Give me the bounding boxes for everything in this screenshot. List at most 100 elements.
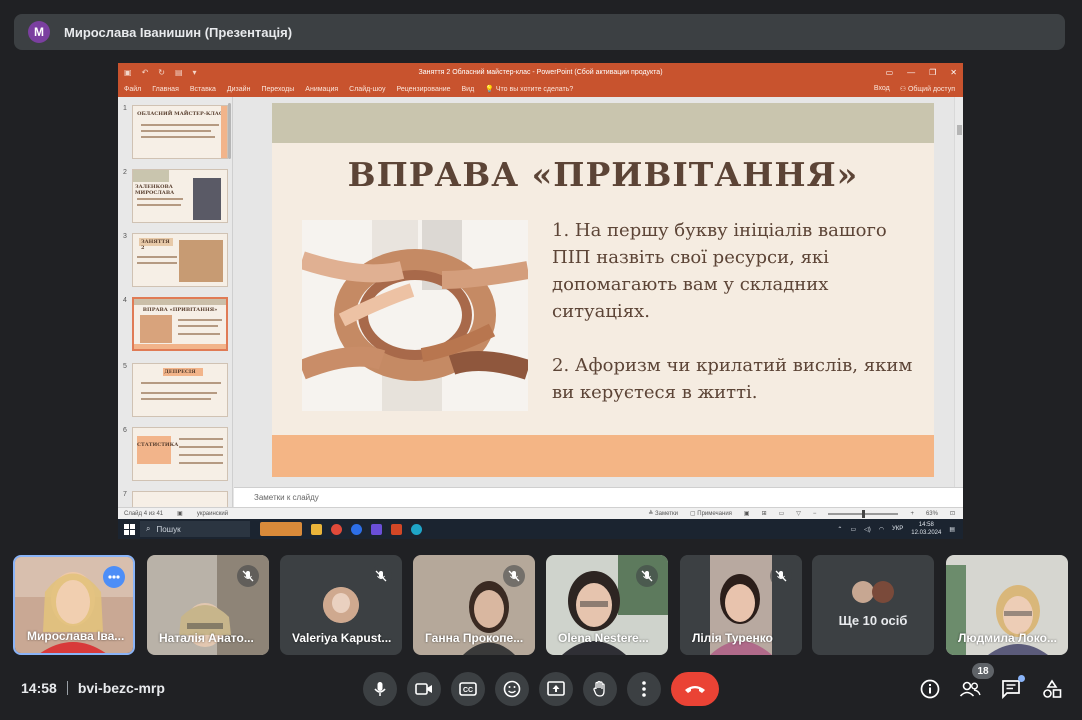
tab-view[interactable]: Вид (462, 86, 475, 93)
notification-icon[interactable]: ▤ (949, 526, 955, 533)
ribbon-tabs: Файл Главная Вставка Дизайн Переходы Ани… (118, 81, 963, 97)
thumb-text-line (179, 446, 223, 448)
slide-thumbnail-5[interactable]: ДЕПРЕСІЯ (132, 363, 228, 417)
participant-tile[interactable]: Мирослава Іва... (13, 555, 135, 655)
share-button[interactable]: ⚇ Общий доступ (900, 85, 955, 93)
zoom-slider[interactable] (828, 509, 899, 518)
people-icon (959, 681, 981, 697)
participant-tile[interactable]: Лілія Туренко (680, 555, 802, 655)
mic-off-icon (503, 565, 525, 587)
zoom-icon[interactable] (351, 523, 362, 535)
participant-tile[interactable]: Valeriya Kapust... (280, 555, 402, 655)
captions-icon: CC (459, 682, 477, 696)
taskbar-date: 12.03.2024 (911, 530, 942, 536)
notes-pane[interactable]: Заметки к слайду (234, 487, 963, 507)
tab-file[interactable]: Файл (124, 86, 141, 93)
tab-slideshow[interactable]: Слайд-шоу (349, 86, 385, 93)
thumb-text-line (178, 325, 218, 327)
thumb-text-line (137, 198, 183, 200)
more-participants-tile[interactable]: Ще 10 осіб (812, 555, 934, 655)
taskbar-clock[interactable]: 14:58 12.03.2024 (911, 521, 941, 537)
tab-insert[interactable]: Вставка (190, 86, 216, 93)
zoom-slider-thumb[interactable] (862, 509, 866, 518)
zoom-in-icon[interactable]: + (910, 511, 914, 517)
spellcheck-icon[interactable]: ▣ (177, 510, 183, 517)
tray-chevron-icon[interactable]: ⌃ (837, 526, 842, 533)
people-button[interactable] (957, 676, 983, 702)
sorter-view-icon[interactable]: ⊞ (762, 510, 767, 517)
thumb-title: ЗАНЯТТЯ 2 (141, 239, 170, 251)
participant-tile[interactable]: Ганна Прокопе... (413, 555, 535, 655)
keyboard-language[interactable]: УКР (892, 526, 903, 532)
normal-view-icon[interactable]: ▣ (744, 510, 750, 517)
slide-scrollbar[interactable] (954, 97, 963, 487)
more-options-button[interactable] (627, 672, 661, 706)
participants-count-badge: 18 (972, 663, 994, 679)
powerpoint-icon[interactable] (391, 523, 402, 535)
edge-icon[interactable] (411, 523, 422, 535)
windows-start-icon[interactable] (118, 523, 140, 535)
slide-point-1: 1. На першу букву ініціалів вашого ПІП н… (552, 220, 887, 322)
participant-name: Ганна Прокопе... (425, 631, 524, 645)
comments-label: Примечания (697, 511, 732, 517)
slide-thumbnail-2[interactable]: ЗАЛЕНКОВА МИРОСЛАВА (132, 169, 228, 223)
tell-me-search[interactable]: 💡 Что вы хотите сделать? (485, 85, 573, 93)
participant-avatar (872, 581, 894, 603)
thumb-text-line (178, 319, 222, 321)
participant-tile[interactable]: Наталія Анато... (147, 555, 269, 655)
volume-icon[interactable]: ◁) (864, 526, 871, 533)
restore-icon[interactable]: ❐ (929, 68, 936, 77)
thumb-text-line (141, 124, 219, 126)
slide-thumbnail-6[interactable]: СТАТИСТИКА (132, 427, 228, 481)
leave-call-button[interactable] (671, 672, 719, 706)
scrollbar-thumb[interactable] (957, 125, 962, 135)
reading-view-icon[interactable]: ▭ (779, 510, 785, 517)
tab-review[interactable]: Рецензирование (396, 86, 450, 93)
close-icon[interactable]: ✕ (950, 68, 957, 77)
slide-thumbnail-4-selected[interactable]: ВПРАВА «ПРИВІТАННЯ» (132, 297, 228, 351)
slide-bottom-band (272, 435, 934, 477)
wifi-icon[interactable]: ◠ (879, 526, 884, 533)
teams-icon[interactable] (371, 523, 382, 535)
ribbon-options-icon[interactable]: ▭ (886, 68, 894, 77)
language-indicator[interactable]: украинский (197, 511, 228, 517)
slideshow-view-icon[interactable]: ▽ (796, 510, 801, 517)
reactions-button[interactable] (495, 672, 529, 706)
network-icon[interactable]: ▭ (850, 526, 856, 533)
taskbar-search[interactable]: ⌕ Пошук (140, 521, 250, 537)
system-tray: ⌃ ▭ ◁) ◠ УКР 14:58 12.03.2024 ▤ (837, 521, 963, 537)
thumb-title: ДЕПРЕСІЯ (164, 369, 196, 375)
file-explorer-icon[interactable] (311, 523, 322, 535)
tab-animations[interactable]: Анимация (305, 86, 338, 93)
more-options-icon[interactable] (103, 566, 125, 588)
taskbar-widget-icon[interactable] (260, 522, 302, 536)
meeting-code[interactable]: bvi-bezc-mrp (78, 680, 165, 696)
current-slide[interactable]: ВПРАВА «ПРИВІТАННЯ» 1. На першу букву ін… (272, 103, 934, 477)
comments-button[interactable]: ▢ Примечания (690, 510, 732, 517)
present-button[interactable] (539, 672, 573, 706)
chrome-icon[interactable] (331, 523, 342, 535)
slide-thumbnail-1[interactable]: ОБЛАСНИЙ МАЙСТЕР-КЛАС (132, 105, 228, 159)
microphone-button[interactable] (363, 672, 397, 706)
participant-name: Людмила Локо... (958, 631, 1057, 645)
slide-thumbnail-3[interactable]: ЗАНЯТТЯ 2 (132, 233, 228, 287)
meeting-info-button[interactable] (917, 676, 943, 702)
tab-home[interactable]: Главная (152, 86, 179, 93)
document-title: Заняття 2 Обласний майстер-клас - PowerP… (418, 68, 663, 76)
tab-transitions[interactable]: Переходы (261, 86, 294, 93)
thumb-text-line (141, 130, 211, 132)
captions-button[interactable]: CC (451, 672, 485, 706)
notes-button[interactable]: ≜ Заметки (648, 510, 678, 517)
tab-design[interactable]: Дизайн (227, 86, 251, 93)
fit-slide-icon[interactable]: ⊡ (950, 510, 955, 517)
participant-tile[interactable]: Людмила Локо... (946, 555, 1068, 655)
thumbnails-scrollbar[interactable] (228, 103, 231, 159)
raise-hand-button[interactable] (583, 672, 617, 706)
minimize-icon[interactable]: — (907, 68, 915, 77)
zoom-out-icon[interactable]: − (813, 511, 817, 517)
participant-tile[interactable]: Olena Nestere... (546, 555, 668, 655)
camera-button[interactable] (407, 672, 441, 706)
zoom-level[interactable]: 63% (926, 511, 938, 517)
activities-button[interactable] (1039, 676, 1065, 702)
signin-button[interactable]: Вход (874, 85, 890, 93)
